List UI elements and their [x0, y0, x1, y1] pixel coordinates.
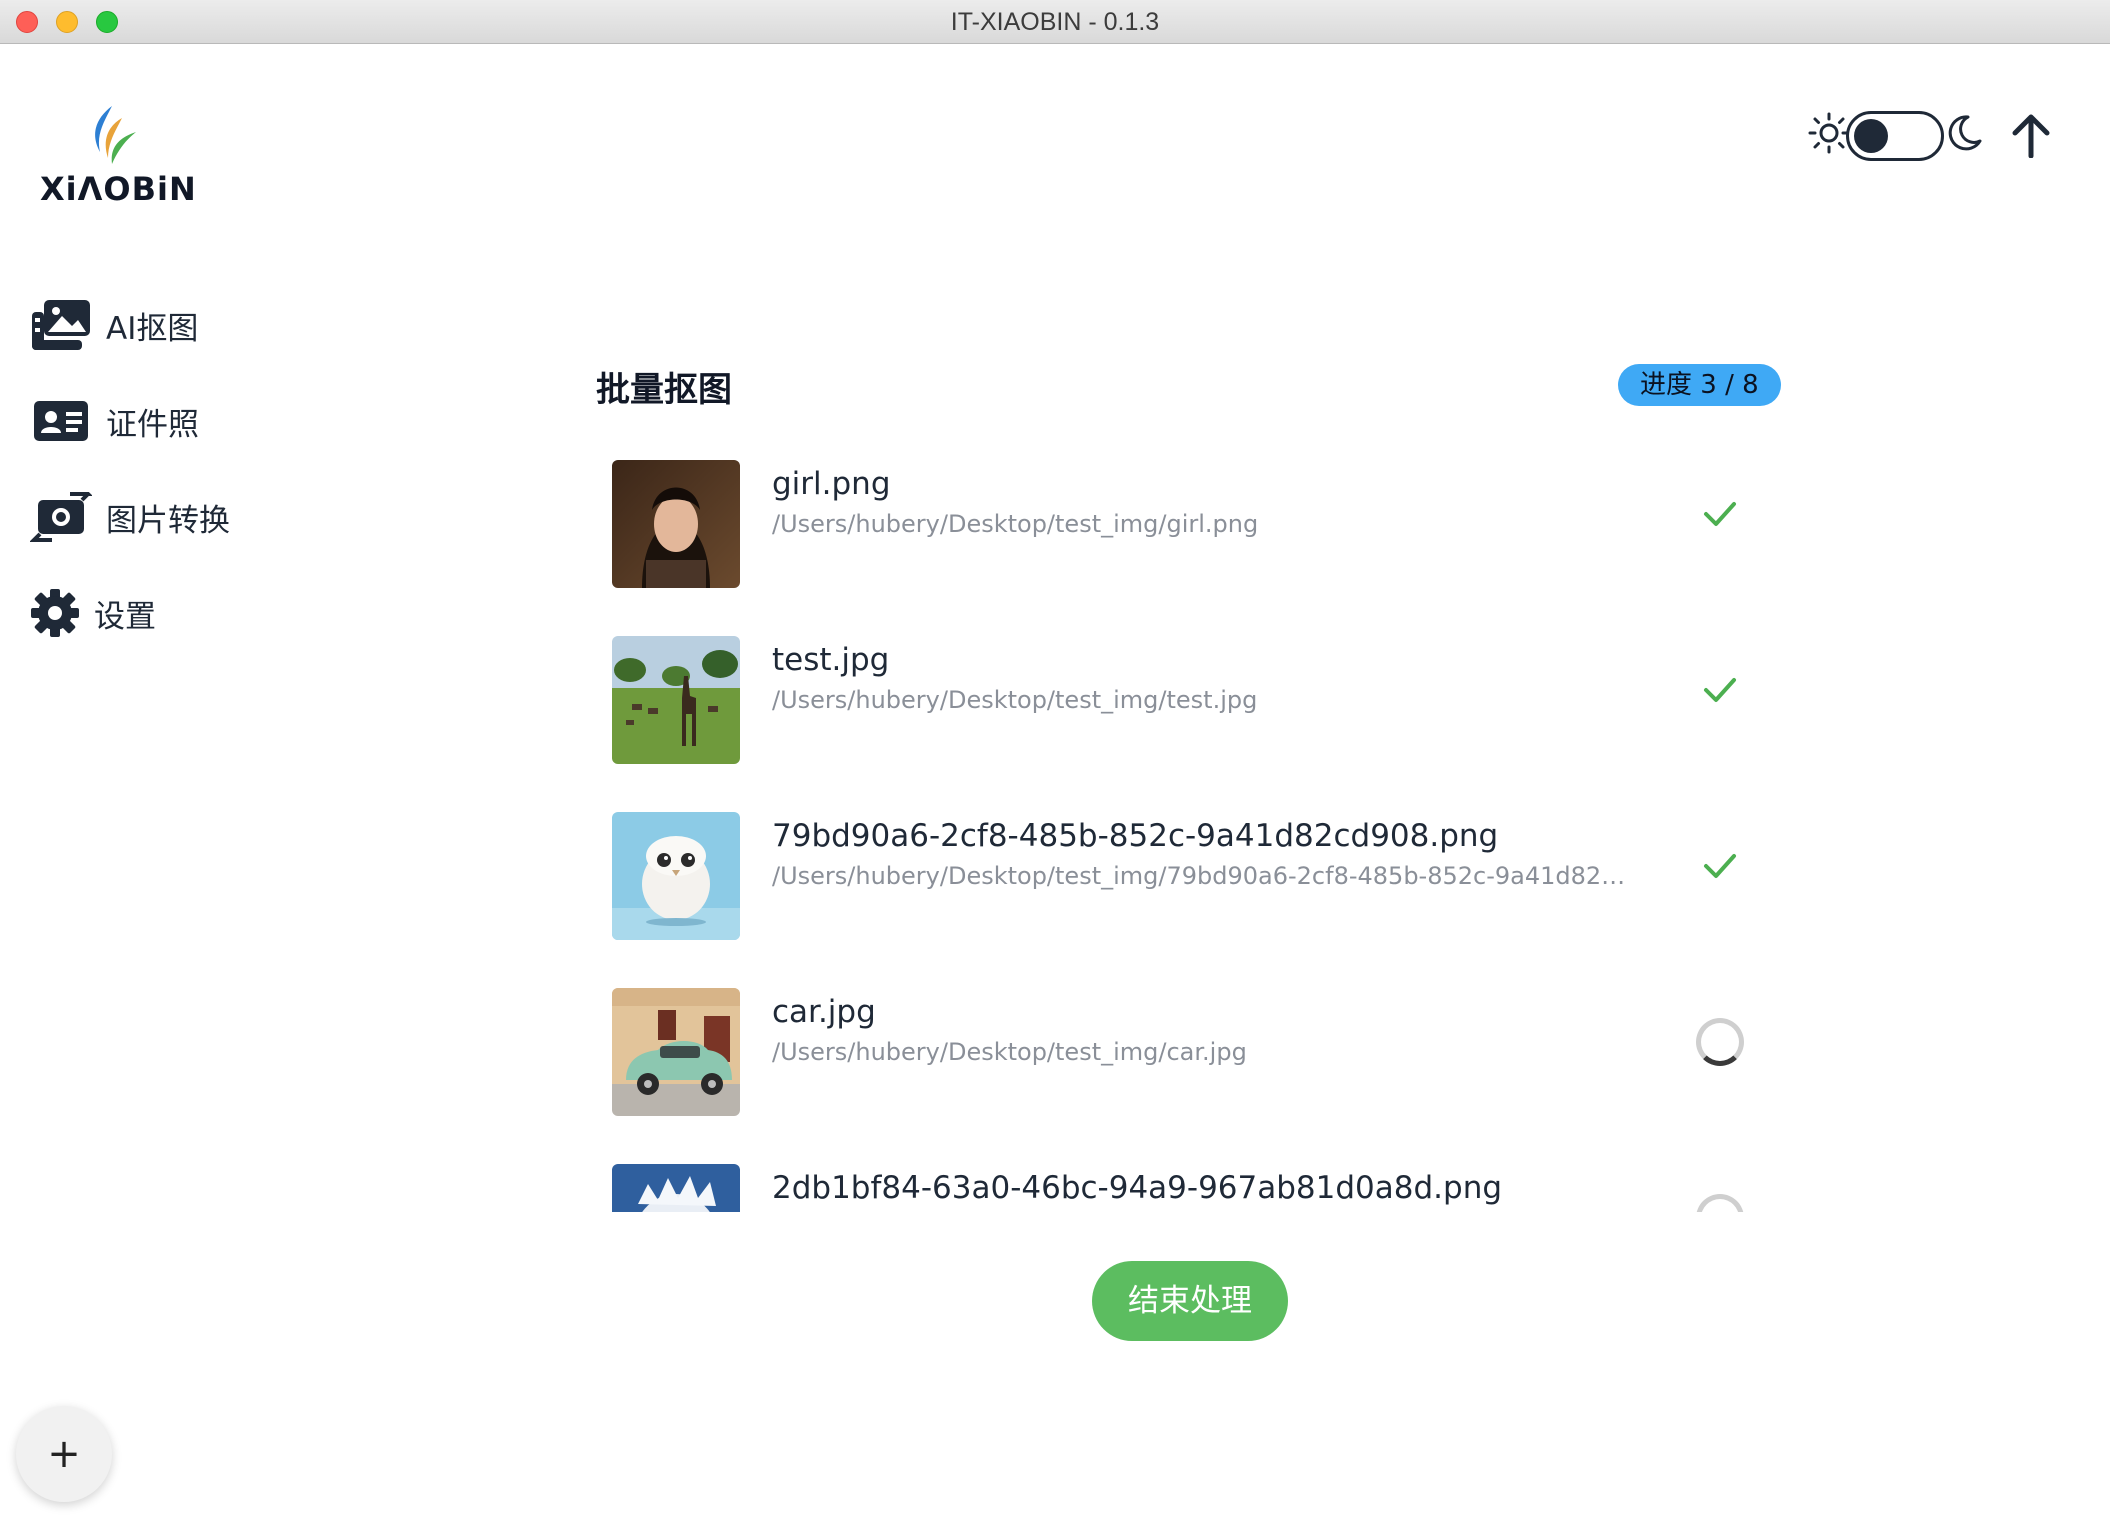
sidebar-item-id-photo[interactable]: 证件照 [30, 386, 330, 456]
logo-wordmark: XiΛOBiN [40, 170, 197, 208]
window-title: IT-XIAOBIN - 0.1.3 [950, 8, 1160, 36]
thumbnail-image [612, 1164, 740, 1212]
loading-spinner-icon [1696, 1018, 1744, 1066]
list-item: 79bd90a6-2cf8-485b-852c-9a41d82cd908.png… [600, 792, 1800, 968]
arrow-up-icon[interactable] [2010, 112, 2052, 162]
file-path: /Users/hubery/Desktop/test_img/girl.png [772, 510, 1259, 538]
sidebar-item-label: AI抠图 [106, 310, 199, 347]
check-icon [1696, 842, 1744, 890]
moon-icon [1944, 113, 1984, 157]
file-name: car.jpg [772, 994, 876, 1030]
file-name: test.jpg [772, 642, 890, 678]
sidebar-item-label: 证件照 [106, 406, 199, 443]
thumbnail-image [612, 988, 740, 1116]
list-item: girl.png /Users/hubery/Desktop/test_img/… [600, 440, 1800, 616]
gear-icon [30, 585, 80, 641]
thumbnail-image [612, 812, 740, 940]
check-icon [1696, 666, 1744, 714]
sidebar-item-image-convert[interactable]: 图片转换 [30, 482, 330, 552]
file-name: 79bd90a6-2cf8-485b-852c-9a41d82cd908.png [772, 818, 1499, 854]
file-path: /Users/hubery/Desktop/test_img/test.jpg [772, 686, 1258, 714]
add-button[interactable]: + [16, 1406, 112, 1502]
file-path: /Users/hubery/Desktop/test_img/car.jpg [772, 1038, 1247, 1066]
file-name: 2db1bf84-63a0-46bc-94a9-967ab81d0a8d.png [772, 1170, 1503, 1206]
sidebar-item-label: 设置 [94, 598, 156, 635]
logo-flame-icon [95, 106, 136, 164]
file-list[interactable]: girl.png /Users/hubery/Desktop/test_img/… [600, 440, 1800, 1212]
list-item: 2db1bf84-63a0-46bc-94a9-967ab81d0a8d.png [600, 1144, 1800, 1212]
list-item: car.jpg /Users/hubery/Desktop/test_img/c… [600, 968, 1800, 1144]
file-name: girl.png [772, 466, 891, 502]
title-bar: IT-XIAOBIN - 0.1.3 [0, 0, 2110, 44]
end-processing-button[interactable]: 结束处理 [1092, 1261, 1288, 1341]
photo-gallery-icon [30, 297, 92, 353]
thumbnail-image [612, 636, 740, 764]
id-card-icon [30, 393, 92, 449]
sidebar-item-label: 图片转换 [106, 502, 230, 539]
file-path: /Users/hubery/Desktop/test_img/79bd90a6-… [772, 862, 1632, 890]
loading-spinner-icon [1696, 1194, 1744, 1212]
sidebar-item-settings[interactable]: 设置 [30, 578, 330, 648]
list-item: test.jpg /Users/hubery/Desktop/test_img/… [600, 616, 1800, 792]
page-title: 批量抠图 [596, 370, 732, 410]
theme-toggle[interactable] [1846, 111, 1944, 161]
sun-icon [1808, 112, 1850, 158]
check-icon [1696, 490, 1744, 538]
photo-exchange-icon [30, 489, 92, 545]
progress-badge: 进度 3 / 8 [1618, 364, 1781, 406]
toggle-knob [1854, 119, 1888, 153]
app-logo: XiΛOBiN [38, 104, 196, 208]
sidebar-item-ai-cutout[interactable]: AI抠图 [30, 290, 330, 360]
app-window: IT-XIAOBIN - 0.1.3 XiΛOBiN AI抠图 证件照 图片转换… [0, 0, 2110, 1534]
thumbnail-image [612, 460, 740, 588]
